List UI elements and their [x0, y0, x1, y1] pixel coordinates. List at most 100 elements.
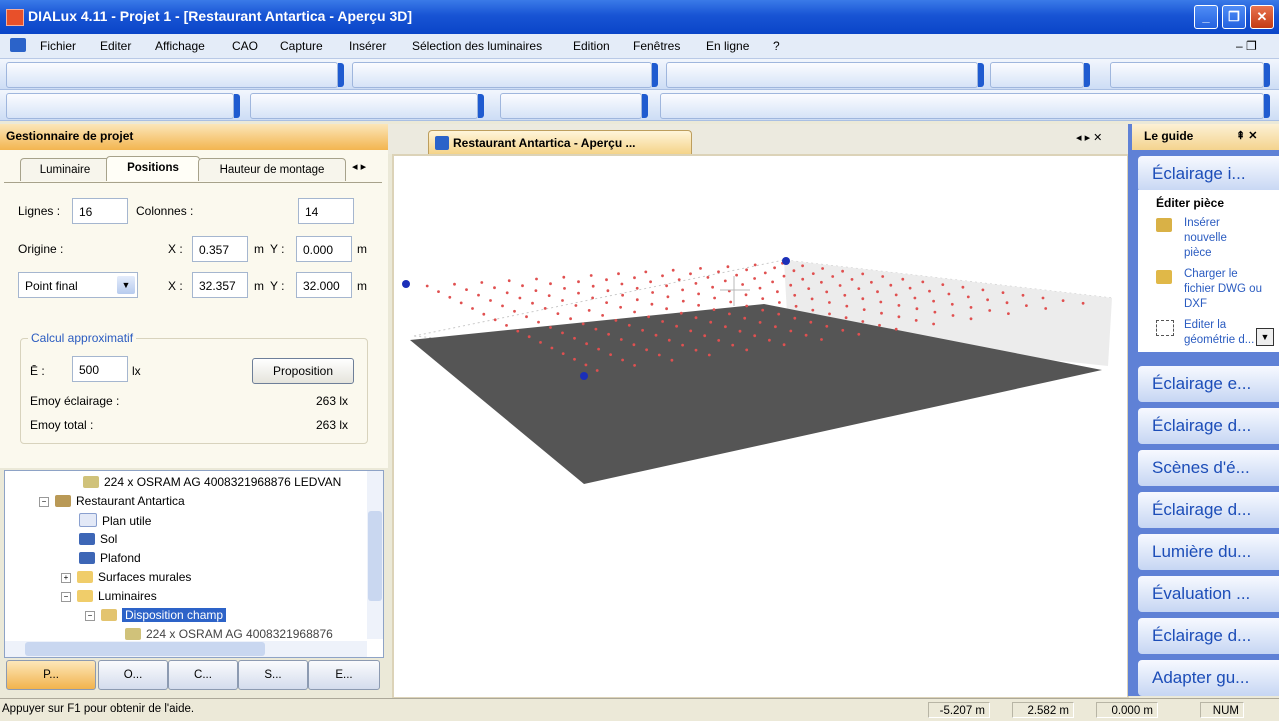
- tree-horizontal-scrollbar[interactable]: [5, 641, 367, 657]
- 3d-viewport[interactable]: [392, 154, 1129, 699]
- corner-handle[interactable]: [782, 257, 790, 265]
- chevron-down-icon[interactable]: ▼: [117, 276, 135, 294]
- toolbar-selection: [6, 93, 240, 119]
- tree-item-plan-utile[interactable]: Plan utile: [79, 513, 151, 528]
- menu-capture[interactable]: Capture: [280, 39, 323, 53]
- tree-item-room[interactable]: − Restaurant Antartica: [39, 494, 185, 508]
- tree-vertical-scrollbar[interactable]: [367, 471, 383, 639]
- menu-edition[interactable]: Edition: [573, 39, 610, 53]
- collapse-icon[interactable]: −: [85, 611, 95, 621]
- menu-help[interactable]: ?: [773, 39, 780, 53]
- tree-item-disposition-champ[interactable]: − Disposition champ: [85, 608, 227, 622]
- luminaire-dot: [627, 323, 631, 327]
- tab-scroll-arrows-icon[interactable]: ◂ ▸: [352, 160, 366, 173]
- luminaire-dot: [563, 287, 566, 290]
- proposal-button[interactable]: Proposition: [252, 358, 354, 384]
- viewport-tab[interactable]: Restaurant Antartica - Aperçu ...: [428, 130, 692, 157]
- corner-handle[interactable]: [402, 280, 410, 288]
- menu-selection-luminaires[interactable]: Sélection des luminaires: [412, 39, 542, 53]
- viewport-tab-controls[interactable]: ◂ ▸ ✕: [1076, 131, 1102, 144]
- tab-edition[interactable]: E...: [308, 660, 380, 690]
- rows-input[interactable]: 16: [72, 198, 128, 224]
- luminaire-dot: [825, 290, 829, 294]
- toolbar-standard: [6, 62, 344, 88]
- tree-item-luminaire-group[interactable]: 224 x OSRAM AG 4008321968876 LEDVAN: [83, 475, 341, 489]
- menu-inserer[interactable]: Insérer: [349, 39, 386, 53]
- luminaire-dot: [881, 275, 885, 278]
- status-y: 2.582 m: [1012, 702, 1074, 718]
- endpoint-select[interactable]: Point final ▼: [18, 272, 138, 298]
- mdi-controls[interactable]: – ❐: [1236, 39, 1257, 53]
- guide-button-1[interactable]: Éclairage e...: [1138, 366, 1279, 402]
- close-button[interactable]: ✕: [1250, 5, 1274, 29]
- guide-action-load-dwg[interactable]: Charger le fichier DWG ou DXF: [1184, 267, 1262, 312]
- tab-selection-luminaires[interactable]: S...: [238, 660, 308, 690]
- cols-input[interactable]: 14: [298, 198, 354, 224]
- tree-item-luminaire-child[interactable]: 224 x OSRAM AG 4008321968876: [125, 627, 333, 641]
- tree-item-plafond[interactable]: Plafond: [79, 551, 141, 565]
- origin-x-input[interactable]: 0.357: [192, 236, 248, 262]
- luminaire-dot: [723, 279, 727, 283]
- luminaire-dot: [606, 289, 610, 293]
- project-tree: 224 x OSRAM AG 4008321968876 LEDVAN − Res…: [4, 470, 384, 658]
- menu-affichage[interactable]: Affichage: [155, 39, 205, 53]
- guide-button-5[interactable]: Lumière du...: [1138, 534, 1279, 570]
- guide-button-4[interactable]: Éclairage d...: [1138, 492, 1279, 528]
- guide-button-top[interactable]: Éclairage i...: [1138, 156, 1279, 192]
- scroll-down-icon[interactable]: ▼: [1256, 328, 1274, 346]
- luminaire-dot: [807, 287, 811, 290]
- luminaire-dot: [843, 293, 847, 297]
- origin-y-input[interactable]: 0.000: [296, 236, 352, 262]
- luminaire-dot: [713, 296, 716, 300]
- collapse-icon[interactable]: −: [61, 592, 71, 602]
- menu-cao[interactable]: CAO: [232, 39, 258, 53]
- luminaire-dot: [745, 268, 748, 272]
- guide-button-8[interactable]: Adapter gu...: [1138, 660, 1279, 696]
- luminaire-dot: [897, 315, 901, 319]
- tab-hauteur-montage[interactable]: Hauteur de montage: [198, 158, 346, 181]
- menu-editer[interactable]: Editer: [100, 39, 131, 53]
- luminaire-dot: [961, 285, 965, 289]
- tab-couleurs[interactable]: C...: [168, 660, 238, 690]
- restore-button[interactable]: ❐: [1222, 5, 1246, 29]
- tree-item-luminaires[interactable]: − Luminaires: [61, 589, 157, 603]
- luminaire-dot: [549, 326, 552, 329]
- luminaire-dot: [792, 269, 796, 273]
- luminaire-dot: [753, 277, 756, 280]
- tab-objets[interactable]: O...: [98, 660, 168, 690]
- guide-controls[interactable]: ⇞ ✕: [1236, 129, 1258, 142]
- collapse-icon[interactable]: −: [39, 497, 49, 507]
- e-unit: lx: [132, 364, 141, 378]
- guide-button-2[interactable]: Éclairage d...: [1138, 408, 1279, 444]
- expand-icon[interactable]: +: [61, 573, 71, 583]
- luminaire-dot: [681, 288, 684, 292]
- luminaire-dot: [878, 323, 881, 327]
- guide-action-edit-geometry[interactable]: Editer la géométrie d...: [1184, 318, 1262, 348]
- corner-handle[interactable]: [580, 372, 588, 380]
- luminaire-dot: [820, 280, 823, 284]
- folder-icon: [77, 571, 93, 583]
- guide-button-6[interactable]: Évaluation ...: [1138, 576, 1279, 612]
- end-x-input[interactable]: 32.357: [192, 272, 248, 298]
- luminaire-dot: [804, 333, 808, 337]
- menu-fichier[interactable]: Fichier: [40, 39, 76, 53]
- luminaire-dot: [665, 307, 668, 311]
- tree-item-surfaces[interactable]: + Surfaces murales: [61, 570, 191, 584]
- origin-x-label: X :: [168, 242, 183, 256]
- end-y-input[interactable]: 32.000: [296, 272, 352, 298]
- menu-en-ligne[interactable]: En ligne: [706, 39, 749, 53]
- guide-button-3[interactable]: Scènes d'é...: [1138, 450, 1279, 486]
- menu-fenetres[interactable]: Fenêtres: [633, 39, 680, 53]
- luminaire-dot: [607, 332, 610, 336]
- luminaire-dot: [861, 272, 865, 276]
- luminaire-dot: [738, 329, 742, 333]
- tab-luminaire[interactable]: Luminaire: [20, 158, 110, 181]
- guide-button-7[interactable]: Éclairage d...: [1138, 618, 1279, 654]
- guide-action-insert-room[interactable]: Insérer nouvelle pièce: [1184, 216, 1244, 261]
- luminaire-dot: [661, 274, 664, 278]
- minimize-button[interactable]: _: [1194, 5, 1218, 29]
- e-input[interactable]: 500: [72, 356, 128, 382]
- tab-projet[interactable]: P...: [6, 660, 96, 690]
- tree-item-sol[interactable]: Sol: [79, 532, 117, 546]
- tab-positions[interactable]: Positions: [106, 156, 200, 181]
